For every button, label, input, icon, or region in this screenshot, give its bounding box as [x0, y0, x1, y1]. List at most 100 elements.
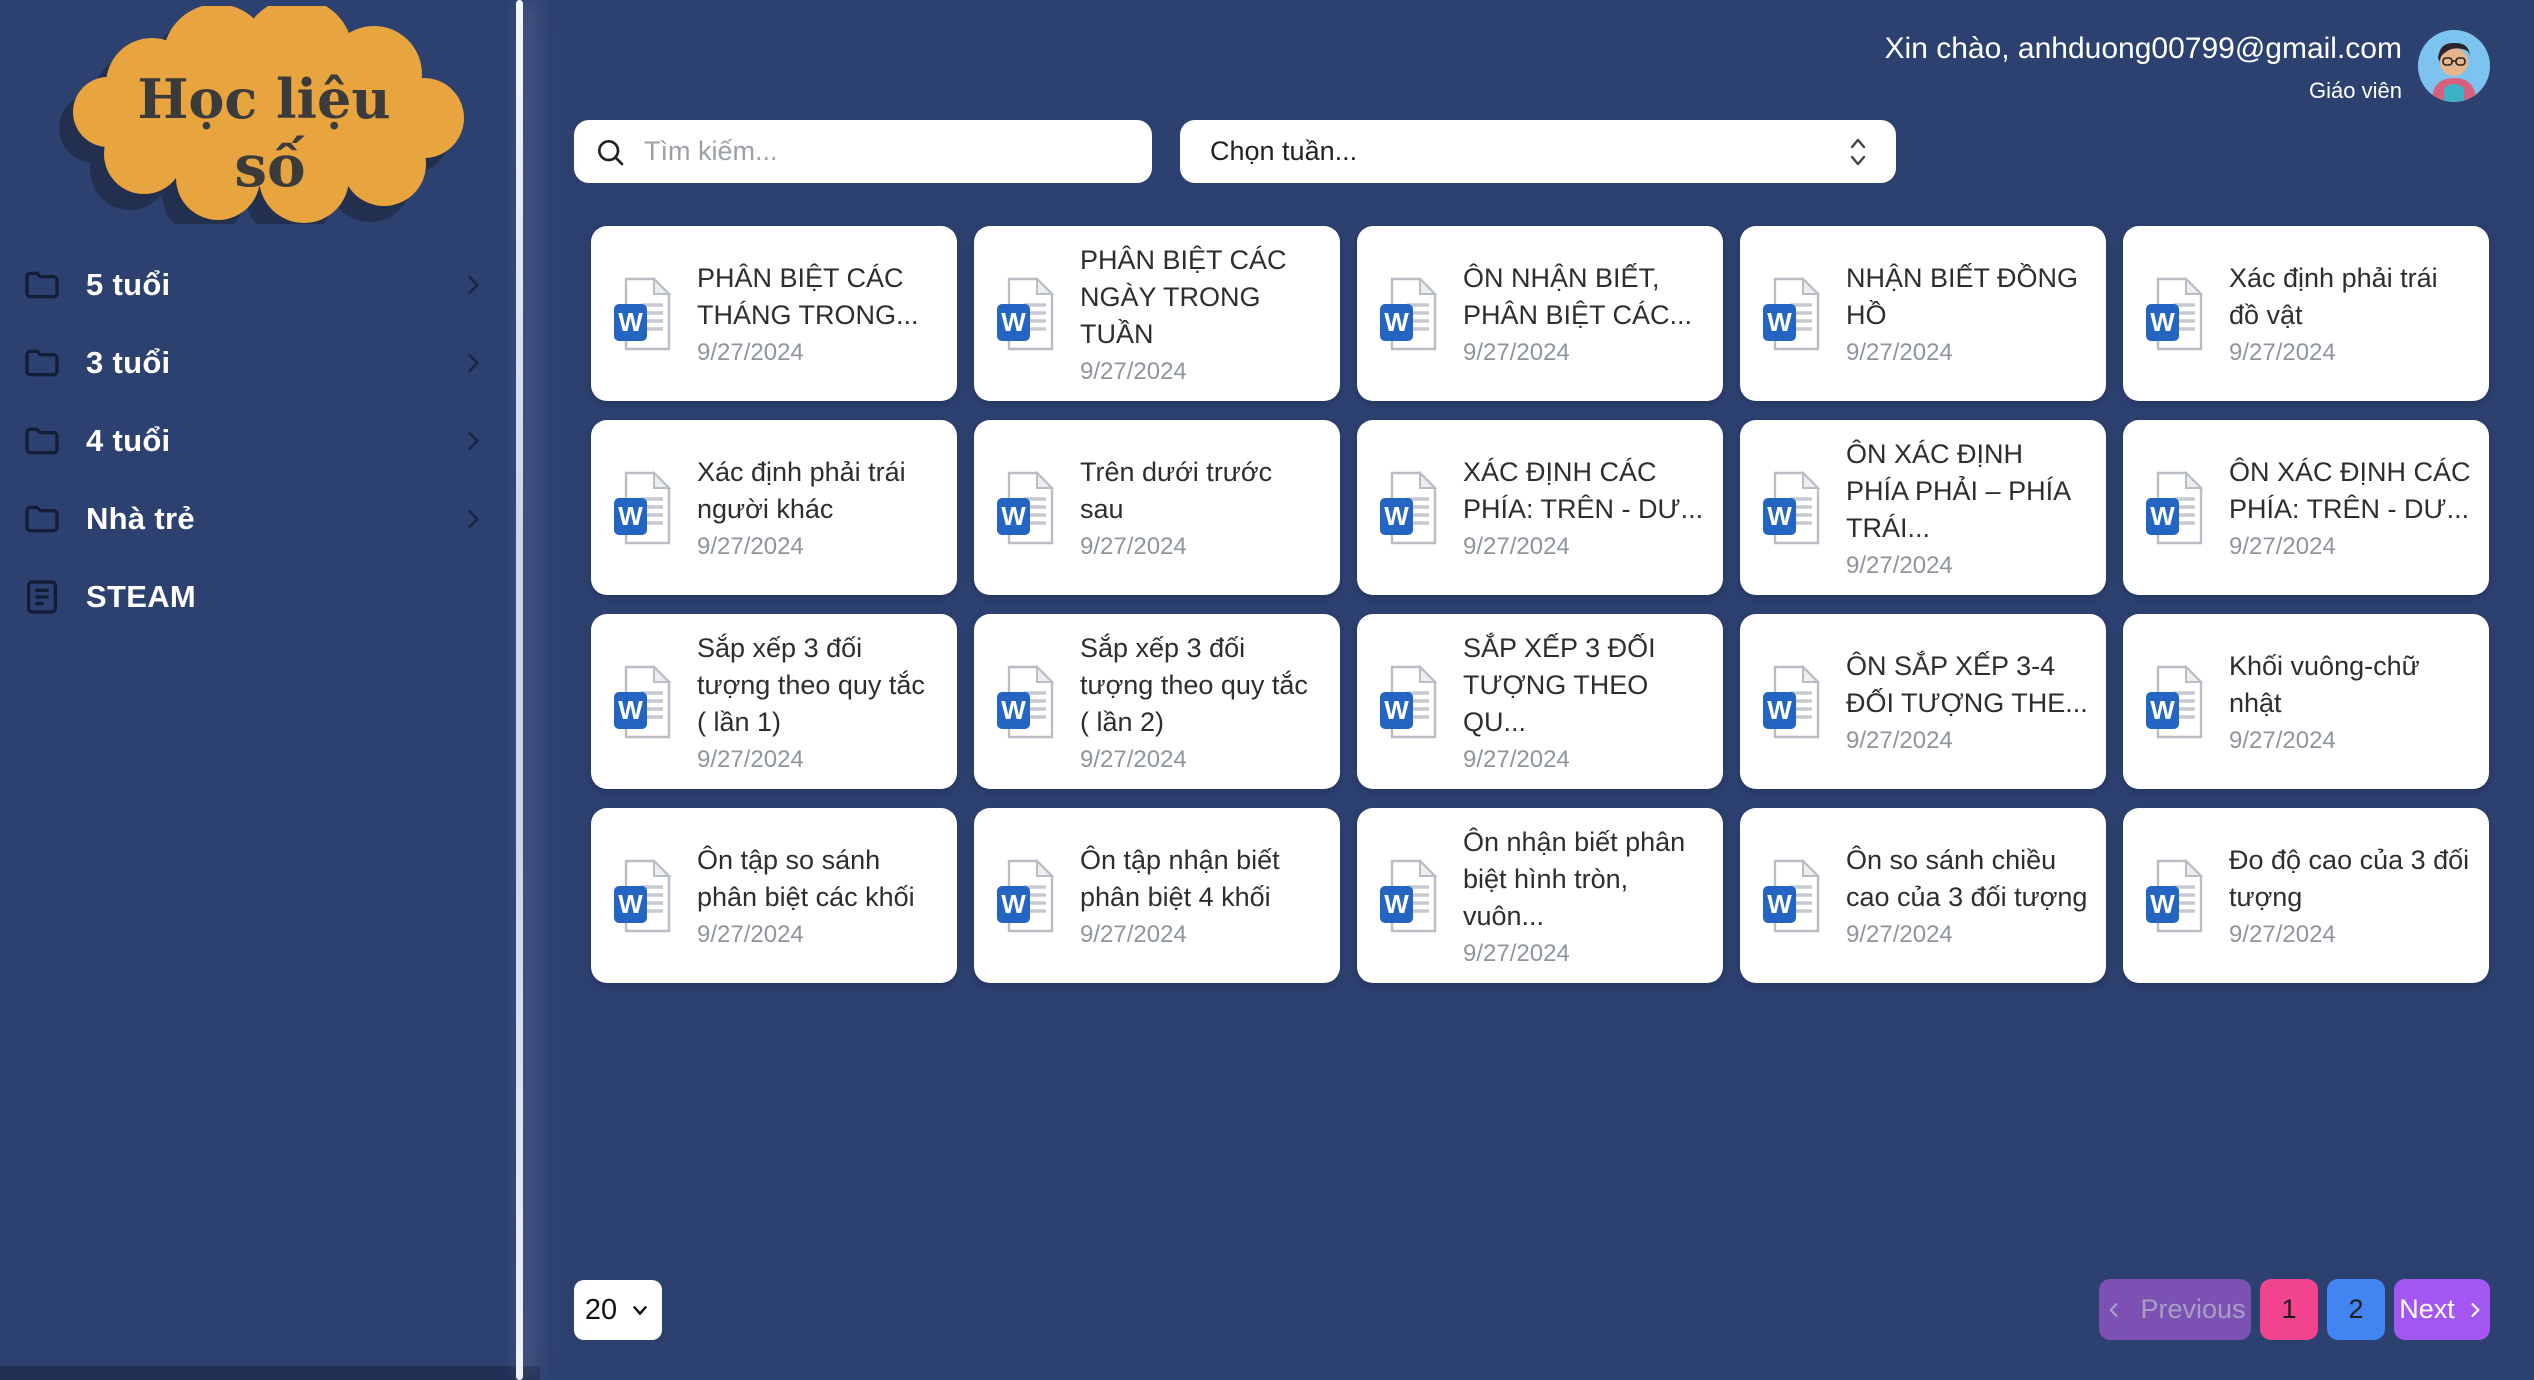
- card-date: 9/27/2024: [1846, 552, 2088, 580]
- card-text: Ôn so sánh chiều cao của 3 đối tượng 9/2…: [1846, 842, 2088, 949]
- card-date: 9/27/2024: [1463, 339, 1705, 367]
- word-file-icon: W: [996, 664, 1056, 740]
- document-card[interactable]: W ÔN XÁC ĐỊNH CÁC PHÍA: TRÊN - DƯ... 9/2…: [2123, 420, 2489, 595]
- card-title: ÔN NHẬN BIẾT, PHÂN BIỆT CÁC...: [1463, 260, 1705, 334]
- card-text: Sắp xếp 3 đối tượng theo quy tắc ( lần 2…: [1080, 630, 1322, 774]
- word-file-icon: W: [2145, 858, 2205, 934]
- word-file-icon: W: [996, 470, 1056, 546]
- document-card[interactable]: W PHÂN BIỆT CÁC THÁNG TRONG... 9/27/2024: [591, 226, 957, 401]
- avatar-image: [2418, 30, 2490, 102]
- document-card[interactable]: W Ôn tập nhận biết phân biệt 4 khối 9/27…: [974, 808, 1340, 983]
- chevron-down-icon: [629, 1299, 651, 1321]
- document-card[interactable]: W Sắp xếp 3 đối tượng theo quy tắc ( lần…: [974, 614, 1340, 789]
- week-select[interactable]: Chọn tuần...: [1180, 120, 1896, 183]
- previous-button[interactable]: Previous: [2099, 1279, 2251, 1340]
- sidebar-item-nhà-trẻ[interactable]: Nhà trẻ: [0, 480, 516, 558]
- word-file-icon: W: [1762, 664, 1822, 740]
- greeting-text: Xin chào, anhduong00799@gmail.com: [1885, 32, 2402, 66]
- card-text: Ôn tập nhận biết phân biệt 4 khối 9/27/2…: [1080, 842, 1322, 949]
- card-title: PHÂN BIỆT CÁC NGÀY TRONG TUẦN: [1080, 242, 1322, 353]
- document-card[interactable]: W Xác định phải trái người khác 9/27/202…: [591, 420, 957, 595]
- word-file-icon: W: [1762, 470, 1822, 546]
- next-button[interactable]: Next: [2394, 1279, 2490, 1340]
- svg-text:W: W: [1001, 695, 1026, 725]
- document-card[interactable]: W SẮP XẾP 3 ĐỐI TƯỢNG THEO QU... 9/27/20…: [1357, 614, 1723, 789]
- card-title: ÔN XÁC ĐỊNH PHÍA PHẢI – PHÍA TRÁI...: [1846, 436, 2088, 547]
- svg-text:W: W: [1384, 889, 1409, 919]
- chevron-left-icon: [2104, 1300, 2124, 1320]
- card-date: 9/27/2024: [1080, 358, 1322, 386]
- word-file-icon: W: [1379, 664, 1439, 740]
- word-file-icon: W: [2145, 470, 2205, 546]
- card-title: XÁC ĐỊNH CÁC PHÍA: TRÊN - DƯ...: [1463, 454, 1705, 528]
- sidebar-item-steam[interactable]: STEAM: [0, 558, 516, 636]
- card-text: Xác định phải trái đồ vật 9/27/2024: [2229, 260, 2471, 367]
- pagination: Previous 1 2 Next: [2099, 1279, 2490, 1340]
- card-title: PHÂN BIỆT CÁC THÁNG TRONG...: [697, 260, 939, 334]
- card-date: 9/27/2024: [1080, 746, 1322, 774]
- chevron-right-icon: [460, 506, 486, 532]
- avatar[interactable]: [2418, 30, 2490, 102]
- page-number-button[interactable]: 1: [2260, 1279, 2318, 1340]
- cloud-logo-icon: Học liệu số: [52, 6, 477, 224]
- word-file-icon: W: [1762, 276, 1822, 352]
- document-card[interactable]: W ÔN XÁC ĐỊNH PHÍA PHẢI – PHÍA TRÁI... 9…: [1740, 420, 2106, 595]
- card-date: 9/27/2024: [697, 746, 939, 774]
- document-card[interactable]: W Xác định phải trái đồ vật 9/27/2024: [2123, 226, 2489, 401]
- card-text: Xác định phải trái người khác 9/27/2024: [697, 454, 939, 561]
- svg-text:W: W: [1001, 307, 1026, 337]
- document-card[interactable]: W Sắp xếp 3 đối tượng theo quy tắc ( lần…: [591, 614, 957, 789]
- card-date: 9/27/2024: [1846, 921, 2088, 949]
- header-greeting-block: Xin chào, anhduong00799@gmail.com Giáo v…: [1885, 32, 2402, 104]
- card-title: Sắp xếp 3 đối tượng theo quy tắc ( lần 1…: [697, 630, 939, 741]
- document-card[interactable]: W Đo độ cao của 3 đối tượng 9/27/2024: [2123, 808, 2489, 983]
- document-card[interactable]: W XÁC ĐỊNH CÁC PHÍA: TRÊN - DƯ... 9/27/2…: [1357, 420, 1723, 595]
- page-size-value: 20: [585, 1294, 617, 1327]
- search-input[interactable]: [642, 135, 1132, 168]
- sidebar-item-label: Nhà trẻ: [86, 501, 460, 537]
- card-text: PHÂN BIỆT CÁC NGÀY TRONG TUẦN 9/27/2024: [1080, 242, 1322, 386]
- document-card[interactable]: W ÔN NHẬN BIẾT, PHÂN BIỆT CÁC... 9/27/20…: [1357, 226, 1723, 401]
- document-card[interactable]: W Ôn nhận biết phân biệt hình tròn, vuôn…: [1357, 808, 1723, 983]
- svg-text:W: W: [1384, 307, 1409, 337]
- document-card[interactable]: W Ôn so sánh chiều cao của 3 đối tượng 9…: [1740, 808, 2106, 983]
- card-date: 9/27/2024: [1463, 533, 1705, 561]
- word-file-icon: W: [613, 664, 673, 740]
- card-date: 9/27/2024: [1463, 746, 1705, 774]
- svg-text:W: W: [2150, 307, 2175, 337]
- card-title: Sắp xếp 3 đối tượng theo quy tắc ( lần 2…: [1080, 630, 1322, 741]
- card-title: Ôn tập so sánh phân biệt các khối: [697, 842, 939, 916]
- word-file-icon: W: [613, 276, 673, 352]
- card-text: Khối vuông-chữ nhật 9/27/2024: [2229, 648, 2471, 755]
- document-card[interactable]: W Trên dưới trước sau 9/27/2024: [974, 420, 1340, 595]
- word-file-icon: W: [1379, 276, 1439, 352]
- word-file-icon: W: [1379, 470, 1439, 546]
- page-size-select[interactable]: 20: [574, 1280, 662, 1340]
- sidebar-item-3-tuổi[interactable]: 3 tuổi: [0, 324, 516, 402]
- document-card[interactable]: W NHẬN BIẾT ĐỒNG HỒ 9/27/2024: [1740, 226, 2106, 401]
- svg-text:W: W: [618, 695, 643, 725]
- sidebar-item-4-tuổi[interactable]: 4 tuổi: [0, 402, 516, 480]
- page-number-label: 2: [2348, 1294, 2363, 1325]
- card-title: Ôn tập nhận biết phân biệt 4 khối: [1080, 842, 1322, 916]
- svg-text:W: W: [1384, 695, 1409, 725]
- card-date: 9/27/2024: [1846, 339, 2088, 367]
- page-number-buttons: 1 2: [2260, 1279, 2385, 1340]
- document-card[interactable]: W Ôn tập so sánh phân biệt các khối 9/27…: [591, 808, 957, 983]
- word-file-icon: W: [613, 858, 673, 934]
- sidebar-item-5-tuổi[interactable]: 5 tuổi: [0, 246, 516, 324]
- card-date: 9/27/2024: [2229, 921, 2471, 949]
- card-text: ÔN NHẬN BIẾT, PHÂN BIỆT CÁC... 9/27/2024: [1463, 260, 1705, 367]
- document-card[interactable]: W Khối vuông-chữ nhật 9/27/2024: [2123, 614, 2489, 789]
- word-file-icon: W: [613, 470, 673, 546]
- app-logo: Học liệu số: [52, 6, 477, 224]
- user-role: Giáo viên: [1885, 78, 2402, 104]
- card-date: 9/27/2024: [1846, 727, 2088, 755]
- card-text: ÔN XÁC ĐỊNH PHÍA PHẢI – PHÍA TRÁI... 9/2…: [1846, 436, 2088, 580]
- sidebar: Học liệu số 5 tuổi: [0, 0, 520, 1380]
- sidebar-item-label: 3 tuổi: [86, 345, 460, 381]
- search-box: [574, 120, 1152, 183]
- page-number-button[interactable]: 2: [2327, 1279, 2385, 1340]
- document-card[interactable]: W ÔN SẮP XẾP 3-4 ĐỐI TƯỢNG THE... 9/27/2…: [1740, 614, 2106, 789]
- document-card[interactable]: W PHÂN BIỆT CÁC NGÀY TRONG TUẦN 9/27/202…: [974, 226, 1340, 401]
